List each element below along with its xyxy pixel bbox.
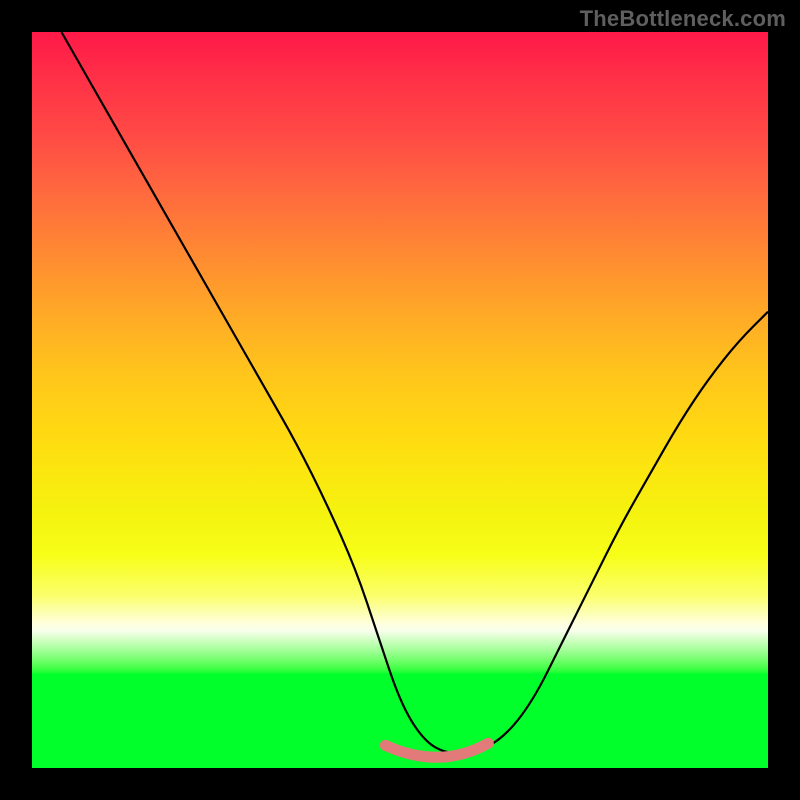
plot-area <box>32 32 768 768</box>
curve-svg <box>32 32 768 768</box>
watermark-text: TheBottleneck.com <box>580 6 786 32</box>
chart-canvas: TheBottleneck.com <box>0 0 800 800</box>
bottleneck-curve <box>61 32 768 753</box>
trough-highlight <box>385 743 488 757</box>
